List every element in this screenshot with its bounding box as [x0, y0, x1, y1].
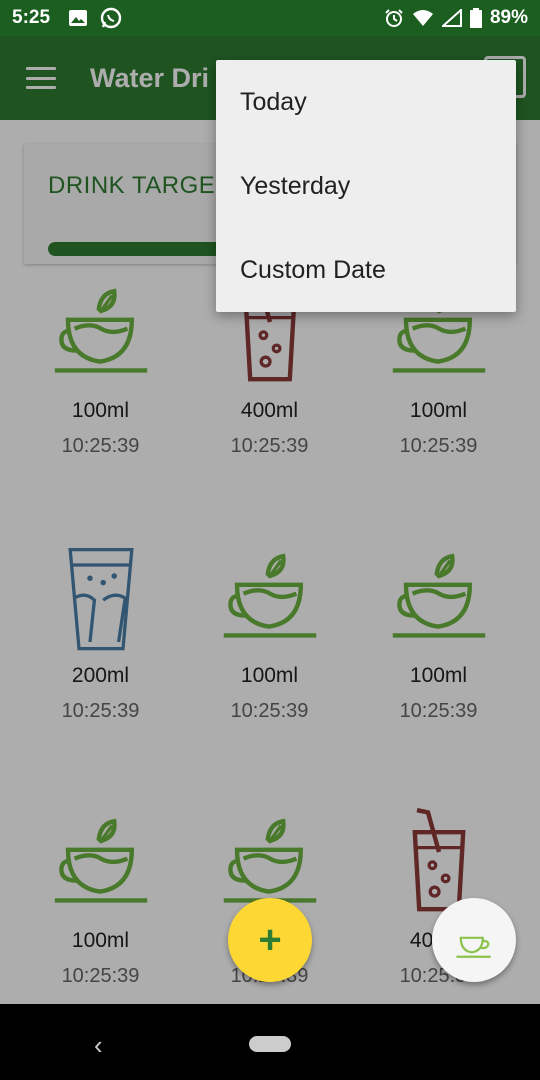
home-pill-icon[interactable]: [249, 1036, 291, 1052]
menu-item-today[interactable]: Today: [216, 60, 516, 144]
back-icon[interactable]: ‹: [94, 1030, 103, 1061]
status-bar: 5:25 89%: [0, 0, 540, 36]
alarm-icon: [385, 9, 403, 27]
plus-icon: +: [258, 918, 282, 962]
status-time: 5:25: [12, 7, 51, 28]
battery-percent: 89%: [489, 7, 528, 28]
tea-cup-icon: [456, 936, 491, 958]
cup-fab[interactable]: [432, 898, 516, 982]
date-filter-menu: Today Yesterday Custom Date: [216, 60, 516, 312]
menu-item-yesterday[interactable]: Yesterday: [216, 144, 516, 228]
wifi-icon: [412, 10, 433, 26]
add-drink-fab[interactable]: +: [228, 898, 312, 982]
menu-item-custom-date[interactable]: Custom Date: [216, 228, 516, 312]
signal-icon: [441, 9, 462, 27]
navigation-bar: ‹: [0, 1004, 540, 1080]
whatsapp-icon: [100, 7, 122, 29]
battery-icon: [469, 8, 482, 28]
image-icon: [69, 10, 88, 26]
